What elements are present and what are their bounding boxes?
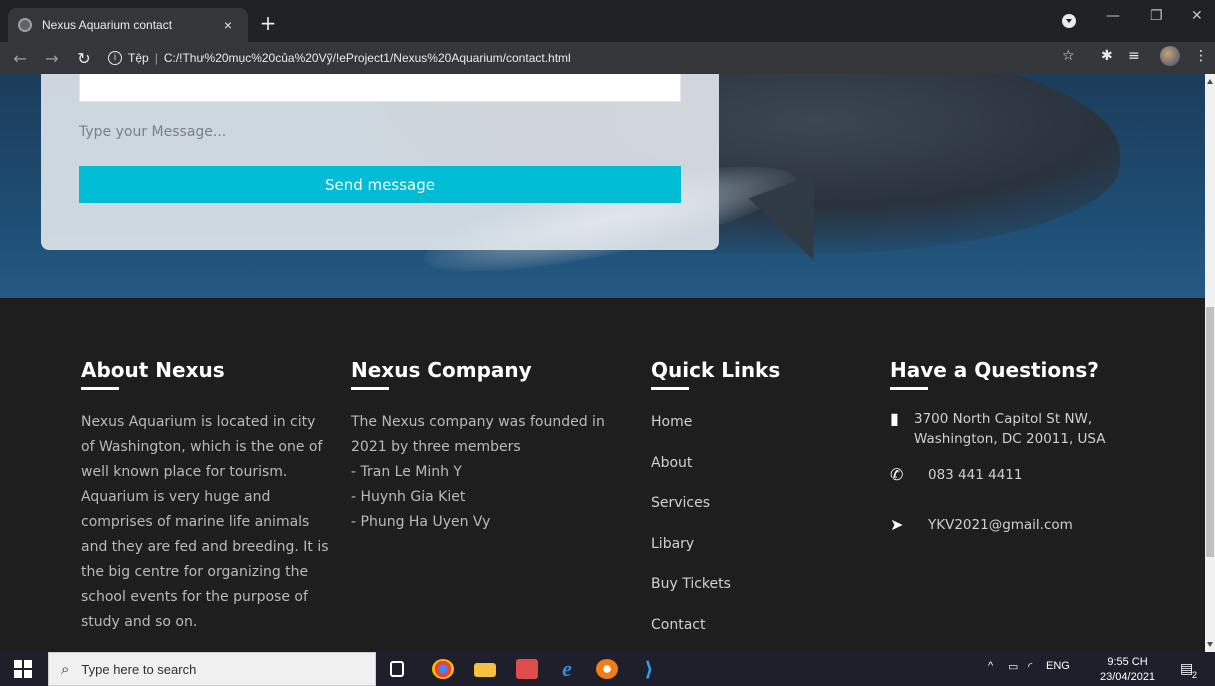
link-libary[interactable]: Libary <box>651 536 831 577</box>
scrollbar-thumb[interactable] <box>1206 307 1214 557</box>
company-text: The Nexus company was founded in 2021 by… <box>351 410 611 535</box>
clock-date: 23/04/2021 <box>1100 671 1156 683</box>
address-row: ▮ 3700 North Capitol St NW, Washington, … <box>890 409 1150 449</box>
chrome-icon[interactable] <box>432 659 454 679</box>
title-underline <box>651 387 689 390</box>
title-underline <box>890 387 928 390</box>
title-underline <box>81 387 119 390</box>
scroll-up-arrow[interactable] <box>1207 78 1213 84</box>
member-3: - Phung Ha Uyen Vy <box>351 514 491 530</box>
about-title: About Nexus <box>81 358 225 382</box>
tab-title: Nexus Aquarium contact <box>42 18 173 32</box>
app-icon[interactable] <box>516 659 538 679</box>
chrome-canary-icon[interactable] <box>596 659 618 679</box>
link-services[interactable]: Services <box>651 495 831 536</box>
language-indicator[interactable]: ENG <box>1046 660 1070 672</box>
vscode-icon[interactable]: ⟩ <box>638 659 660 679</box>
link-contact[interactable]: Contact <box>651 617 831 653</box>
email-text[interactable]: YKV2021@gmail.com <box>928 515 1073 535</box>
link-buy-tickets[interactable]: Buy Tickets <box>651 576 831 617</box>
extensions-icon[interactable]: ✱ <box>1101 48 1113 64</box>
browser-tab[interactable]: Nexus Aquarium contact × <box>8 8 248 42</box>
address-separator: | <box>154 51 158 65</box>
company-founded: The Nexus company was founded in 2021 by… <box>351 414 605 455</box>
search-icon: ⌕ <box>61 660 70 678</box>
email-row: ➤ YKV2021@gmail.com <box>890 515 1150 535</box>
tab-close-button[interactable]: × <box>218 17 238 33</box>
hero-background: Send message <box>0 74 1205 298</box>
edge-icon[interactable]: e <box>556 658 578 680</box>
file-explorer-icon[interactable] <box>474 663 496 677</box>
address-bar[interactable]: i Tệp | C:/!Thư%20mục%20của%20Vỹ/!eProje… <box>108 46 1088 70</box>
reading-list-icon[interactable]: ≡ <box>1128 48 1140 64</box>
restore-button[interactable]: ❐ <box>1150 8 1163 24</box>
battery-icon[interactable]: ▭ <box>1008 660 1018 673</box>
bookmark-star-icon[interactable]: ☆ <box>1062 48 1075 64</box>
close-window-button[interactable]: ✕ <box>1191 8 1203 24</box>
page-viewport: Send message About Nexus Nexus Aquarium … <box>0 74 1205 652</box>
notification-count: 2 <box>1192 670 1198 680</box>
paper-plane-icon: ➤ <box>890 515 904 534</box>
address-prefix: Tệp <box>128 51 149 65</box>
phone-text: 083 441 4411 <box>928 467 1023 483</box>
reload-icon[interactable]: ↻ <box>72 49 96 68</box>
quick-links-title: Quick Links <box>651 358 781 382</box>
back-icon[interactable]: ← <box>8 49 32 68</box>
company-column: Nexus Company The Nexus company was foun… <box>351 358 611 535</box>
taskbar-search-placeholder: Type here to search <box>81 661 197 677</box>
map-icon: ▮ <box>890 409 899 428</box>
contact-form-card: Send message <box>41 74 719 250</box>
quick-links-column: Quick Links Home About Services Libary B… <box>651 358 831 652</box>
tray-chevron-icon[interactable]: ^ <box>988 660 993 672</box>
url-text[interactable]: C:/!Thư%20mục%20của%20Vỹ/!eProject1/Nexu… <box>164 51 571 65</box>
send-message-button[interactable]: Send message <box>79 166 681 203</box>
windows-start-icon[interactable] <box>14 660 32 678</box>
taskbar-search[interactable]: ⌕ Type here to search <box>48 652 376 686</box>
member-1: - Tran Le Minh Y <box>351 464 462 480</box>
site-footer: About Nexus Nexus Aquarium is located in… <box>0 298 1205 652</box>
address-text: 3700 North Capitol St NW, Washington, DC… <box>913 411 1106 447</box>
phone-row: ✆ 083 441 4411 <box>890 465 1150 485</box>
link-home[interactable]: Home <box>651 414 831 455</box>
message-input[interactable] <box>79 124 681 164</box>
info-icon[interactable]: i <box>108 51 122 65</box>
scroll-down-arrow[interactable] <box>1207 642 1213 648</box>
forward-icon[interactable]: → <box>40 49 64 68</box>
company-title: Nexus Company <box>351 358 532 382</box>
title-underline <box>351 387 389 390</box>
task-view-icon[interactable] <box>390 661 404 677</box>
minimize-button[interactable]: — <box>1106 8 1120 24</box>
wifi-icon[interactable]: ◜ <box>1028 660 1032 673</box>
new-tab-button[interactable]: + <box>256 12 280 36</box>
quick-links-list: Home About Services Libary Buy Tickets C… <box>651 414 831 652</box>
about-text: Nexus Aquarium is located in city of Was… <box>81 414 329 630</box>
questions-title: Have a Questions? <box>890 358 1099 382</box>
link-about[interactable]: About <box>651 455 831 496</box>
subject-input[interactable] <box>79 74 681 102</box>
system-clock[interactable]: 9:55 CH 23/04/2021 <box>1100 655 1155 685</box>
menu-kebab-icon[interactable]: ⋮ <box>1194 48 1208 64</box>
phone-icon: ✆ <box>890 465 904 484</box>
profile-avatar[interactable] <box>1160 46 1180 66</box>
globe-icon <box>18 18 32 32</box>
clock-time: 9:55 CH <box>1107 656 1148 668</box>
browser-tab-strip: Nexus Aquarium contact × + — ❐ ✕ <box>0 0 1215 42</box>
tab-search-icon[interactable] <box>1062 14 1076 28</box>
about-column: About Nexus Nexus Aquarium is located in… <box>81 358 331 635</box>
questions-column: Have a Questions? ▮ 3700 North Capitol S… <box>890 358 1150 535</box>
member-2: - Huynh Gia Kiet <box>351 489 466 505</box>
